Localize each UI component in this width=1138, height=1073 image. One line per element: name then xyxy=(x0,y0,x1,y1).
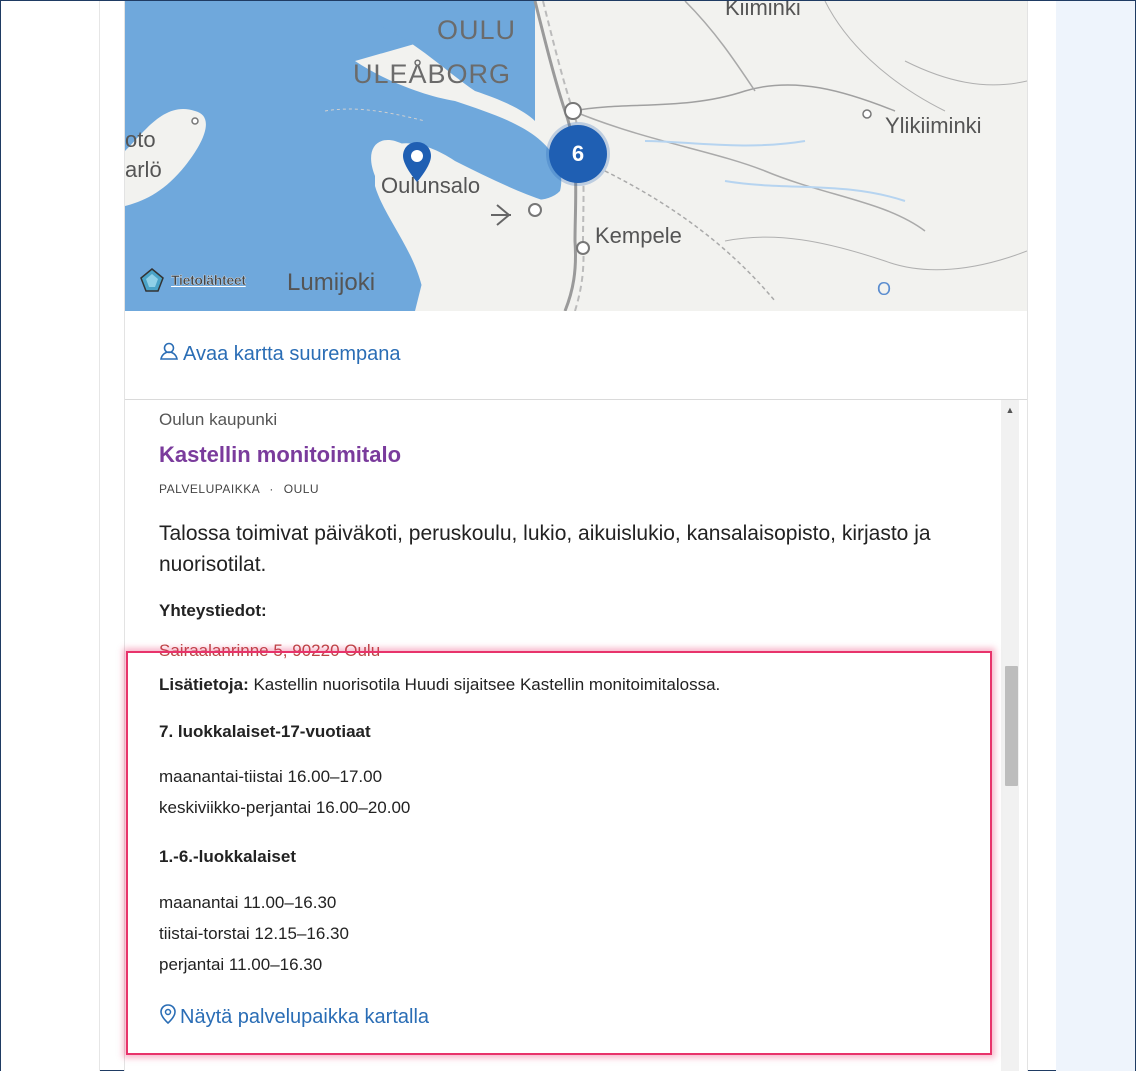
service-card: OULU ULEÅBORG Kiiminki Ylikiiminki Oulun… xyxy=(124,1,1028,1071)
show-on-map-label: Näytä palvelupaikka kartalla xyxy=(180,1005,430,1028)
open-map-larger-link[interactable]: Avaa kartta suurempana xyxy=(159,341,401,367)
group2-hours-line: tiistai-torstai 12.15–16.30 xyxy=(159,924,349,943)
right-panel xyxy=(1056,1,1135,1071)
additional-info-text: Kastellin nuorisotila Huudi sijaitsee Ka… xyxy=(248,675,721,694)
contact-heading: Yhteystiedot: xyxy=(159,601,267,620)
user-pin-icon xyxy=(159,341,179,367)
group1-hours-line: maanantai-tiistai 16.00–17.00 xyxy=(159,767,383,786)
results-scrollbar[interactable]: ▲ xyxy=(1001,400,1019,1071)
map-label-kiiminki: Kiiminki xyxy=(725,1,801,20)
map-label-lumijoki: Lumijoki xyxy=(287,269,376,296)
group2-hours-line: perjantai 11.00–16.30 xyxy=(159,955,323,974)
scroll-up-arrow-icon[interactable]: ▲ xyxy=(1001,404,1019,416)
left-gutter xyxy=(1,1,100,1071)
meta-separator: · xyxy=(269,482,274,496)
service-title-link[interactable]: Kastellin monitoimitalo xyxy=(159,442,401,468)
map-label-ylikiiminki: Ylikiiminki xyxy=(885,113,982,138)
location-pin-icon xyxy=(159,1004,177,1030)
open-map-larger-label: Avaa kartta suurempana xyxy=(183,342,401,365)
service-address: Sairaalanrinne 5, 90220 Oulu xyxy=(159,641,381,660)
data-source-icon xyxy=(139,267,165,293)
additional-info: Lisätietoja: Kastellin nuorisotila Huudi… xyxy=(159,675,720,695)
map-label-oto: oto xyxy=(125,127,156,152)
map-attribution[interactable]: Tietolähteet xyxy=(139,267,246,293)
map-label-uleaborg: ULEÅBORG xyxy=(353,59,512,89)
map-pin-icon[interactable] xyxy=(401,141,433,183)
additional-info-label: Lisätietoja: xyxy=(159,675,249,694)
service-city: OULU xyxy=(283,482,320,496)
service-type: PALVELUPAIKKA xyxy=(159,482,260,496)
group2-hours-line: maanantai 11.00–16.30 xyxy=(159,893,337,912)
map-cluster-marker[interactable]: 6 xyxy=(549,125,607,183)
service-description: Talossa toimivat päiväkoti, peruskoulu, … xyxy=(159,522,931,576)
map-label-oulu: OULU xyxy=(437,15,517,45)
group1-hours-line: keskiviikko-perjantai 16.00–20.00 xyxy=(159,798,411,817)
map-label-kempele: Kempele xyxy=(595,223,682,248)
organization-name: Oulun kaupunki xyxy=(159,410,278,429)
map-label-arlo: arlö xyxy=(125,157,162,182)
group2-heading: 1.-6.-luokkalaiset xyxy=(159,847,297,866)
scroll-thumb[interactable] xyxy=(1005,666,1018,786)
map-view[interactable]: OULU ULEÅBORG Kiiminki Ylikiiminki Oulun… xyxy=(125,1,1027,311)
results-list[interactable]: Oulun kaupunki Kastellin monitoimitalo P… xyxy=(125,400,1027,1071)
attribution-link[interactable]: Tietolähteet xyxy=(171,272,246,288)
group1-heading: 7. luokkalaiset-17-vuotiaat xyxy=(159,722,371,741)
map-label-o: O xyxy=(877,279,892,299)
service-meta: PALVELUPAIKKA · OULU xyxy=(159,482,319,496)
show-on-map-link[interactable]: Näytä palvelupaikka kartalla xyxy=(159,1004,429,1030)
